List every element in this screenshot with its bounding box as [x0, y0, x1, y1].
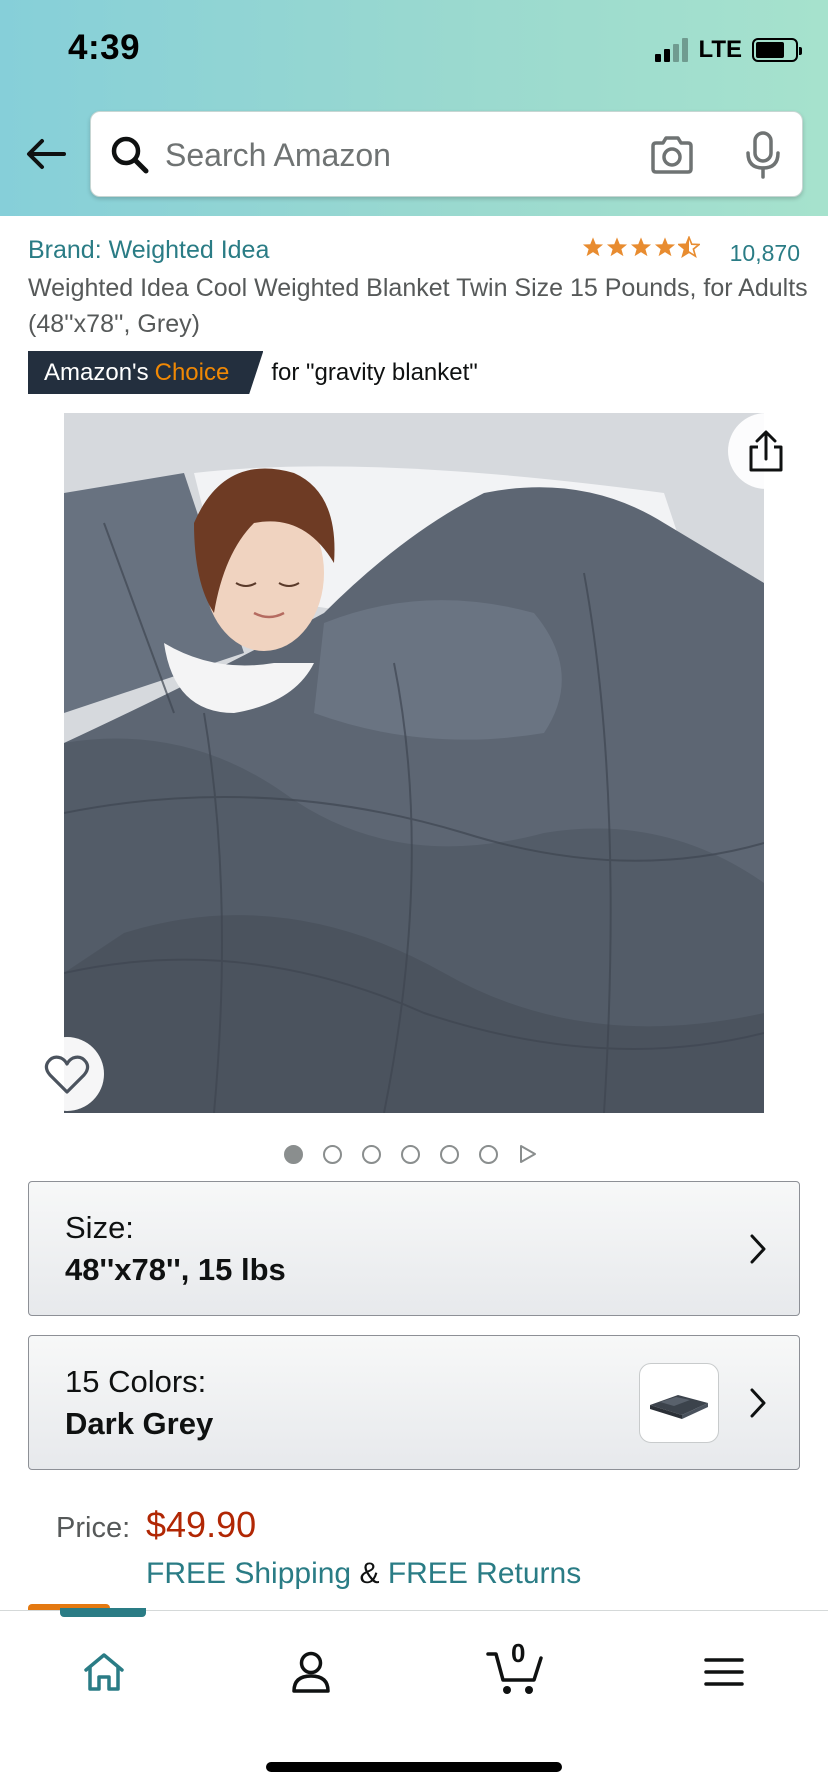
amazons-choice-badge: Amazon's Choice [28, 351, 264, 394]
header: 4:39 LTE [0, 0, 828, 216]
search-input[interactable] [165, 130, 605, 180]
chevron-right-icon [750, 1234, 766, 1264]
nav-home[interactable] [72, 1640, 136, 1704]
shipping-ampersand: & [359, 1557, 380, 1590]
cart-count: 0 [511, 1638, 526, 1668]
nav-account[interactable] [279, 1640, 343, 1704]
free-returns-link[interactable]: FREE Returns [388, 1557, 581, 1590]
star-icon [606, 237, 628, 257]
carousel-dot[interactable] [323, 1144, 342, 1164]
network-label: LTE [698, 36, 742, 63]
product-title: Weighted Idea Cool Weighted Blanket Twin… [28, 274, 808, 338]
heart-icon [44, 1055, 90, 1094]
price-value: $49.90 [146, 1504, 257, 1545]
half-star-icon [678, 236, 700, 258]
brand-link[interactable]: Brand: Weighted Idea [28, 236, 269, 265]
battery-icon [752, 38, 802, 62]
active-tab-indicator [60, 1608, 146, 1617]
free-shipping-link[interactable]: FREE Shipping [146, 1557, 351, 1590]
color-selector[interactable]: 15 Colors: Dark Grey [28, 1335, 800, 1470]
color-count-label: 15 Colors: [65, 1364, 207, 1399]
home-indicator [266, 1762, 562, 1772]
star-icon [630, 237, 652, 257]
share-button[interactable] [728, 413, 804, 489]
signal-icon [655, 38, 689, 62]
search-bar[interactable] [90, 111, 803, 197]
camera-icon[interactable] [649, 133, 695, 177]
amazons-choice: Amazon's Choice for "gravity blanket" [28, 351, 478, 394]
search-icon [109, 134, 151, 176]
menu-icon [704, 1658, 744, 1686]
product-image[interactable] [64, 413, 764, 1113]
play-video-icon[interactable] [518, 1144, 538, 1164]
back-arrow-icon[interactable] [22, 130, 70, 178]
carousel-dot[interactable] [479, 1144, 498, 1164]
star-icon [654, 237, 676, 257]
size-value: 48''x78'', 15 lbs [65, 1252, 286, 1287]
choice-badge-prefix: Amazon's [44, 358, 149, 386]
carousel-dot[interactable] [440, 1144, 459, 1164]
image-carousel-dots[interactable] [284, 1144, 538, 1164]
carousel-dot[interactable] [284, 1144, 303, 1164]
color-swatch-thumbnail[interactable] [639, 1363, 719, 1443]
status-indicators: LTE [655, 36, 802, 64]
rating-stars[interactable] [582, 236, 700, 258]
carousel-dot[interactable] [401, 1144, 420, 1164]
choice-badge-accent: Choice [154, 358, 230, 386]
wishlist-button[interactable] [30, 1037, 104, 1111]
rating-count-link[interactable]: 10,870 [730, 240, 800, 267]
size-label: Size: [65, 1210, 134, 1245]
account-icon [292, 1651, 330, 1693]
home-icon [84, 1653, 124, 1691]
star-icon [582, 237, 604, 257]
microphone-icon[interactable] [743, 130, 783, 180]
shipping-info: FREE Shipping & FREE Returns [146, 1557, 581, 1591]
nav-menu[interactable] [692, 1640, 756, 1704]
status-time: 4:39 [68, 28, 141, 67]
price-label: Price: [56, 1512, 131, 1544]
chevron-right-icon [750, 1388, 766, 1418]
color-value: Dark Grey [65, 1406, 214, 1441]
size-selector[interactable]: Size: 48''x78'', 15 lbs [28, 1181, 800, 1316]
carousel-dot[interactable] [362, 1144, 381, 1164]
share-icon [749, 430, 783, 472]
choice-keyword: for "gravity blanket" [271, 358, 478, 386]
